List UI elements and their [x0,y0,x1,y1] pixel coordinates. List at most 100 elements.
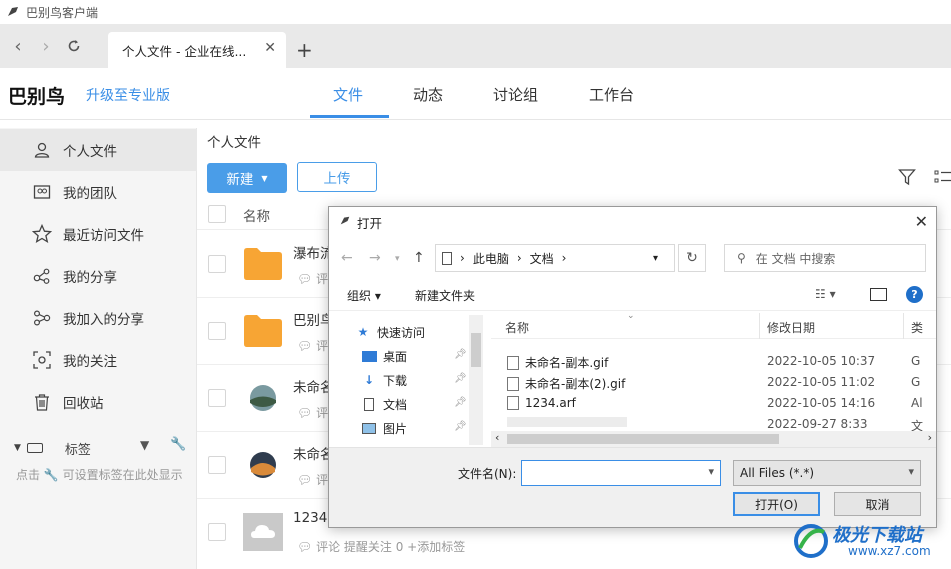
row-checkbox[interactable] [208,523,226,541]
nav-pane-scrollbar[interactable] [469,315,483,445]
address-bar[interactable]: › 此电脑 › 文档 › ▾ [435,244,675,272]
organize-menu[interactable]: 组织 ▾ [347,287,381,304]
recent-locations-icon[interactable]: ▾ [395,254,400,264]
sidebar-item-joined-shares[interactable]: 我加入的分享 [0,297,197,339]
tab-files[interactable]: 文件 [333,84,363,105]
chevron-down-icon[interactable]: ▾ [708,465,714,478]
pin-icon[interactable]: 📌︎ [454,349,467,360]
file-list-header: 名称 ⌄ 修改日期 类 [491,311,936,339]
column-name[interactable]: 名称 [243,205,270,225]
up-arrow-icon[interactable]: ↑ [413,250,425,266]
pin-icon[interactable]: 📌︎ [454,373,467,384]
filename-input[interactable]: ▾ [521,460,721,486]
tab-workbench[interactable]: 工作台 [589,84,634,105]
new-button[interactable]: 新建 ▼ [207,163,287,193]
comment-icon: 💬︎ [297,339,317,353]
sidebar-item-my-team[interactable]: 我的团队 [0,171,197,213]
row-checkbox[interactable] [208,255,226,273]
nav-documents[interactable]: 文档 [361,393,407,415]
sidebar-item-recent[interactable]: 最近访问文件 [0,213,197,255]
row-checkbox[interactable] [208,322,226,340]
dialog-address-row: ← → ▾ ↑ › 此电脑 › 文档 › ▾ ↻ ⚲ 在 文档 中搜索 [329,241,936,275]
filter-icon[interactable]: ▼ [140,438,149,452]
comment-link[interactable]: 评 [316,272,328,286]
comment-link[interactable]: 评 [316,473,328,487]
nav-downloads[interactable]: ↓ 下载 [361,369,407,391]
download-icon: ↓ [363,373,375,387]
new-button-label: 新建 [226,172,254,188]
tab-discussions[interactable]: 讨论组 [493,84,538,105]
file-name: 1234.arf [525,396,576,410]
list-view-icon[interactable] [934,168,951,190]
sidebar-item-label: 最近访问文件 [63,228,144,244]
file-date: 2022-10-05 11:02 [767,375,876,389]
column-modified[interactable]: 修改日期 [767,319,815,336]
row-checkbox[interactable] [208,456,226,474]
close-icon[interactable]: ✕ [915,212,928,231]
help-icon[interactable]: ? [906,286,923,303]
file-name[interactable]: 1234. [293,510,332,526]
nav-quick-access[interactable]: ★ 快速访问 [355,321,425,343]
upload-button[interactable]: 上传 [297,162,377,192]
tags-label: 标签 [64,442,91,458]
upgrade-link[interactable]: 升级至专业版 [86,85,170,105]
file-row[interactable]: 未命名-副本(2).gif 2022-10-05 11:02 G [491,372,936,393]
scroll-left-icon[interactable]: ‹ [495,431,499,444]
new-tab-button[interactable]: + [296,38,313,62]
back-arrow-icon[interactable]: ← [341,250,353,266]
wrench-icon[interactable]: 🔧 [170,437,186,452]
column-type[interactable]: 类 [911,319,923,336]
breadcrumb-documents[interactable]: 文档 [530,250,554,267]
open-button[interactable]: 打开(O) [733,492,820,516]
pin-icon[interactable]: 📌︎ [454,397,467,408]
new-folder-button[interactable]: 新建文件夹 [415,287,475,304]
sidebar-item-recycle-bin[interactable]: 回收站 [0,381,197,423]
file-type-select[interactable]: All Files (*.*) ▾ [733,460,921,486]
file-row[interactable]: 1234.arf 2022-10-05 14:16 Al [491,393,936,414]
search-input[interactable]: ⚲ 在 文档 中搜索 [724,244,926,272]
close-tab-icon[interactable]: ✕ [264,40,276,56]
comment-link[interactable]: 评 [316,406,328,420]
file-row[interactable]: 未命名-副本.gif 2022-10-05 10:37 G [491,351,936,372]
back-icon[interactable]: ‹ [4,32,32,60]
refresh-icon[interactable]: ↻ [678,244,706,272]
chevron-down-icon[interactable]: ▾ [653,253,658,264]
nav-desktop[interactable]: 桌面 [361,345,407,367]
cancel-button[interactable]: 取消 [834,492,921,516]
forward-icon[interactable]: › [32,32,60,60]
tag-icon [26,443,43,453]
column-divider[interactable] [903,313,904,339]
sidebar-item-following[interactable]: 我的关注 [0,339,197,381]
breadcrumb-this-pc[interactable]: 此电脑 [473,250,509,267]
column-name[interactable]: 名称 [505,319,529,336]
file-actions[interactable]: 评论 提醒关注 0 +添加标签 [316,540,465,554]
refresh-icon[interactable] [60,32,88,60]
scrollbar-thumb[interactable] [507,434,779,444]
sidebar-item-my-shares[interactable]: 我的分享 [0,255,197,297]
chevron-down-icon: ▾ [908,465,914,478]
select-all-checkbox[interactable] [208,205,226,223]
app-header: 巴别鸟 升级至专业版 文件 动态 讨论组 工作台 [0,68,951,120]
brand-name: 巴别鸟 [8,86,66,108]
pin-icon[interactable]: 📌︎ [454,421,467,432]
browser-tab[interactable]: 个人文件 - 企业在线... ✕ [108,32,286,68]
scroll-right-icon[interactable]: › [928,431,932,444]
bird-logo-icon [6,5,20,19]
comment-link[interactable]: 评 [316,339,328,353]
row-checkbox[interactable] [208,389,226,407]
view-options-icon[interactable]: ☷ ▾ [815,287,836,301]
dialog-title-bar: 打开 ✕ [329,207,936,237]
document-icon [442,251,452,265]
preview-pane-icon[interactable] [870,288,887,301]
collapse-caret-icon[interactable]: ▼ [14,443,21,453]
document-icon [361,397,377,411]
scrollbar-thumb[interactable] [471,333,481,367]
filter-icon[interactable] [898,168,916,190]
tab-activity[interactable]: 动态 [413,84,443,105]
sidebar-item-label: 我的关注 [63,354,117,370]
forward-arrow-icon[interactable]: → [369,250,381,266]
nav-pictures[interactable]: 图片 [361,417,407,439]
file-list-scrollbar[interactable]: ‹ › [491,431,936,447]
column-divider[interactable] [759,313,760,339]
sidebar-item-personal-files[interactable]: 个人文件 [0,129,197,171]
